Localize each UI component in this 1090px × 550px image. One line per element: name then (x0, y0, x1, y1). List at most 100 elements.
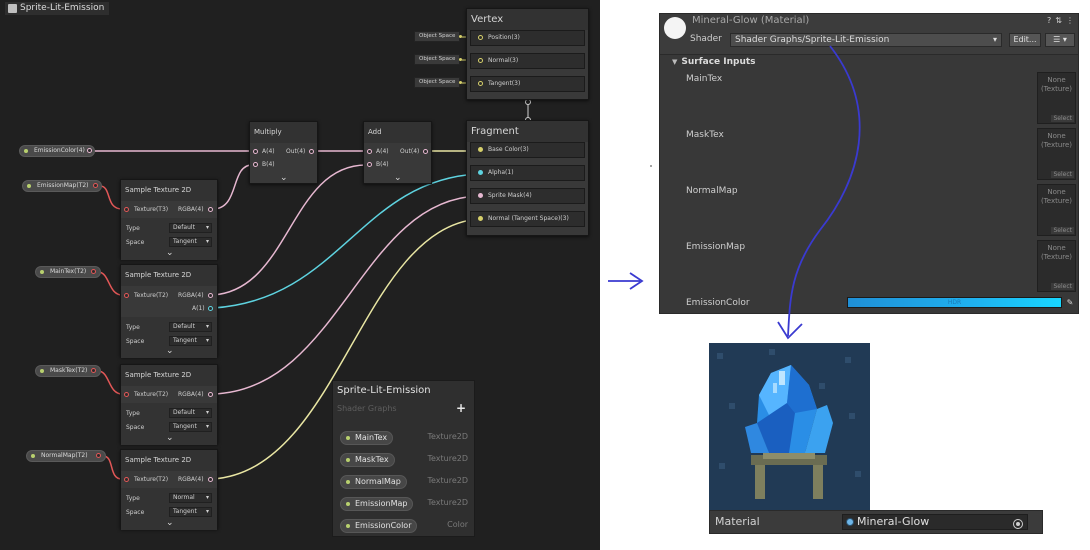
chevron-down-icon[interactable]: ⌄ (166, 434, 174, 443)
type-dropdown[interactable]: Normal (169, 493, 212, 503)
texture-in-connector[interactable] (124, 477, 129, 482)
port-connector[interactable] (478, 216, 483, 221)
port-label: Normal(3) (488, 57, 519, 64)
preset-icon[interactable]: ⇅ (1055, 16, 1062, 25)
multiply-out-connector[interactable] (309, 149, 314, 154)
sample-texture-2d-node[interactable]: Sample Texture 2D Texture(T2) RGBA(4) Ty… (120, 449, 218, 530)
vertex-node[interactable]: Vertex Position(3) Normal(3) Tangent(3) (466, 8, 589, 100)
shader-options-button[interactable]: ☰ ▾ (1045, 33, 1075, 47)
blackboard-property-maintex[interactable]: MainTex (340, 431, 394, 445)
multiply-node[interactable]: Multiply A(4) B(4) Out(4) ⌄ (249, 121, 318, 184)
kebab-menu-icon[interactable]: ⋮ (1066, 16, 1074, 25)
sample-texture-2d-node[interactable]: Sample Texture 2D Texture(T2) RGBA(4) A(… (120, 264, 218, 358)
object-space-tag[interactable]: Object Space (414, 31, 461, 42)
select-texture-button[interactable]: Select (1051, 115, 1074, 122)
space-dropdown[interactable]: Tangent (169, 507, 212, 517)
sample-texture-2d-node[interactable]: Sample Texture 2D Texture(T2) RGBA(4) Ty… (120, 364, 218, 445)
fragment-port-sprite-mask[interactable]: Sprite Mask(4) (470, 188, 585, 204)
add-property-button[interactable]: + (456, 401, 466, 415)
multiply-in-b-connector[interactable] (253, 162, 258, 167)
rgba-out-connector[interactable] (208, 207, 213, 212)
vertex-port-tangent[interactable]: Tangent(3) (470, 76, 585, 92)
property-out-connector[interactable] (91, 368, 96, 373)
type-dropdown[interactable]: Default (169, 408, 212, 418)
type-dropdown[interactable]: Default (169, 322, 212, 332)
space-dropdown[interactable]: Tangent (169, 237, 212, 247)
blackboard-subtitle[interactable]: Shader Graphs (337, 404, 397, 413)
material-title: Mineral-Glow (Material) (692, 15, 810, 26)
add-in-b-connector[interactable] (367, 162, 372, 167)
rgba-out-connector[interactable] (208, 477, 213, 482)
material-object-field[interactable]: Mineral-Glow (842, 514, 1028, 530)
object-space-tag[interactable]: Object Space (414, 77, 461, 88)
texture-slot-masktex[interactable]: None (Texture) Select (1037, 128, 1076, 180)
emission-color-property[interactable]: EmissionColor(4) (19, 145, 95, 157)
port-connector[interactable] (478, 35, 483, 40)
object-picker-icon[interactable] (1013, 519, 1023, 529)
add-out-connector[interactable] (423, 149, 428, 154)
edit-shader-button[interactable]: Edit... (1009, 33, 1041, 47)
sample-texture-2d-node[interactable]: Sample Texture 2D Texture(T3) RGBA(4) Ty… (120, 179, 218, 260)
normalmap-property[interactable]: NormalMap(T2) (26, 450, 106, 462)
fragment-node[interactable]: Fragment Base Color(3) Alpha(1) Sprite M… (466, 120, 589, 236)
vertex-port-normal[interactable]: Normal(3) (470, 53, 585, 69)
space-dropdown[interactable]: Tangent (169, 422, 212, 432)
multiply-in-a-connector[interactable] (253, 149, 258, 154)
select-texture-button[interactable]: Select (1051, 227, 1074, 234)
texture-slot-maintex[interactable]: None (Texture) Select (1037, 72, 1076, 124)
port-connector[interactable] (478, 170, 483, 175)
port-connector[interactable] (478, 193, 483, 198)
select-texture-button[interactable]: Select (1051, 283, 1074, 290)
graph-tab-title[interactable]: Sprite-Lit-Emission (5, 2, 110, 15)
emission-color-out-connector[interactable] (87, 148, 92, 153)
surface-inputs-foldout[interactable]: ▼ Surface Inputs (672, 57, 756, 67)
blackboard-property-emissionmap[interactable]: EmissionMap (340, 497, 414, 511)
property-out-connector[interactable] (93, 183, 98, 188)
texture-slot-empty: None (Texture) (1040, 188, 1073, 205)
chevron-down-icon[interactable]: ⌄ (394, 174, 402, 183)
help-icon[interactable]: ? (1047, 16, 1051, 25)
texture-in-connector[interactable] (124, 293, 129, 298)
fragment-port-normal[interactable]: Normal (Tangent Space)(3) (470, 211, 585, 227)
emission-map-property[interactable]: EmissionMap(T2) (22, 180, 102, 192)
port-connector[interactable] (478, 81, 483, 86)
texture-in-connector[interactable] (124, 207, 129, 212)
add-node[interactable]: Add A(4) B(4) Out(4) ⌄ (363, 121, 432, 184)
select-texture-button[interactable]: Select (1051, 171, 1074, 178)
texture-in-connector[interactable] (124, 392, 129, 397)
blackboard-property-emissioncolor[interactable]: EmissionColor (340, 519, 418, 533)
hdr-color-field[interactable]: HDR (847, 297, 1062, 308)
space-dropdown[interactable]: Tangent (169, 336, 212, 346)
vertex-port-position[interactable]: Position(3) (470, 30, 585, 46)
property-out-connector[interactable] (96, 453, 101, 458)
chevron-down-icon[interactable]: ⌄ (166, 249, 174, 258)
property-dot (40, 369, 44, 373)
texture-in-label: Texture(T2) (134, 292, 169, 299)
rgba-out-connector[interactable] (208, 392, 213, 397)
eyedropper-icon[interactable]: ✎ (1064, 297, 1076, 308)
blackboard-property-masktex[interactable]: MaskTex (340, 453, 395, 467)
chevron-down-icon[interactable]: ⌄ (166, 519, 174, 528)
shader-graph-canvas[interactable]: Sprite-Lit-Emission Vertex Position(3) N… (0, 0, 600, 550)
blackboard-panel[interactable]: Sprite-Lit-Emission Shader Graphs + Main… (332, 380, 475, 537)
property-out-connector[interactable] (91, 269, 96, 274)
type-dropdown[interactable]: Default (169, 223, 212, 233)
texture-slot-normalmap[interactable]: None (Texture) Select (1037, 184, 1076, 236)
shader-dropdown[interactable]: Shader Graphs/Sprite-Lit-Emission (730, 33, 1002, 47)
graph-title-label: Sprite-Lit-Emission (20, 3, 105, 13)
add-in-a-connector[interactable] (367, 149, 372, 154)
alpha-out-connector[interactable] (208, 306, 213, 311)
texture-slot-emissionmap[interactable]: None (Texture) Select (1037, 240, 1076, 292)
object-space-tag[interactable]: Object Space (414, 54, 461, 65)
chevron-down-icon[interactable]: ⌄ (280, 174, 288, 183)
port-connector[interactable] (478, 147, 483, 152)
add-out-label: Out(4) (400, 148, 420, 155)
chevron-down-icon[interactable]: ⌄ (166, 347, 174, 356)
add-node-title: Add (364, 122, 431, 143)
rgba-out-connector[interactable] (208, 293, 213, 298)
fragment-port-base-color[interactable]: Base Color(3) (470, 142, 585, 158)
fragment-port-alpha[interactable]: Alpha(1) (470, 165, 585, 181)
port-connector[interactable] (478, 58, 483, 63)
blackboard-property-normalmap[interactable]: NormalMap (340, 475, 407, 489)
property-dot (346, 524, 350, 528)
